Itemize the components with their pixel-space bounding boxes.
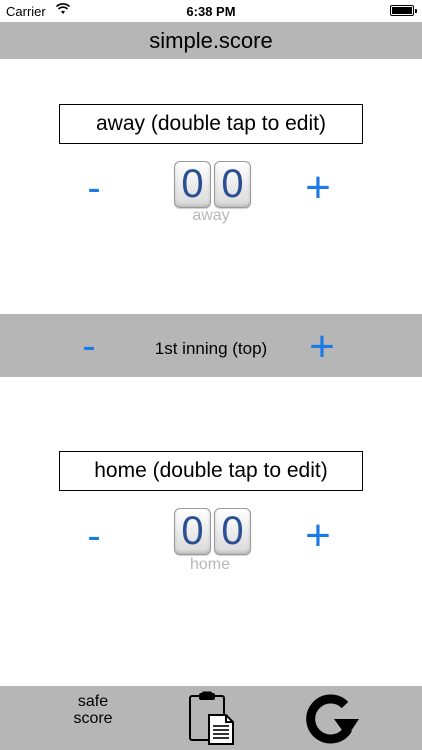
- home-score-caption: home: [189, 556, 231, 573]
- battery-icon: [390, 5, 417, 16]
- title-bar: simple.score: [0, 22, 422, 59]
- home-team-name-label: home (double tap to edit): [94, 459, 328, 482]
- safe-score-label-line2: score: [73, 710, 113, 727]
- clock: 6:38 PM: [186, 4, 236, 19]
- home-minus-button[interactable]: -: [79, 516, 109, 556]
- home-score-digit-ones: 0: [214, 508, 251, 555]
- refresh-icon[interactable]: [301, 693, 359, 745]
- away-score-digit-tens: 0: [174, 161, 211, 208]
- home-score-display: 0 0: [174, 508, 254, 555]
- inning-label: 1st inning (top): [154, 339, 268, 358]
- home-plus-button[interactable]: +: [298, 514, 338, 558]
- safe-score-button[interactable]: safe score: [56, 693, 130, 727]
- away-score-caption: away: [192, 207, 230, 224]
- away-score-display: 0 0: [174, 161, 254, 208]
- away-plus-button[interactable]: +: [298, 166, 338, 210]
- away-team-name-field[interactable]: away (double tap to edit): [59, 104, 363, 144]
- home-score-digit-tens: 0: [174, 508, 211, 555]
- away-score-digit-ones: 0: [214, 161, 251, 208]
- away-team-name-label: away (double tap to edit): [96, 112, 326, 135]
- safe-score-label-line1: safe: [77, 693, 109, 710]
- away-minus-button[interactable]: -: [79, 168, 109, 208]
- app-title: simple.score: [149, 27, 273, 53]
- clipboard-icon[interactable]: [188, 691, 236, 745]
- inning-plus-button[interactable]: +: [302, 325, 342, 369]
- status-bar: Carrier 6:38 PM: [0, 0, 422, 22]
- home-team-name-field[interactable]: home (double tap to edit): [59, 451, 363, 491]
